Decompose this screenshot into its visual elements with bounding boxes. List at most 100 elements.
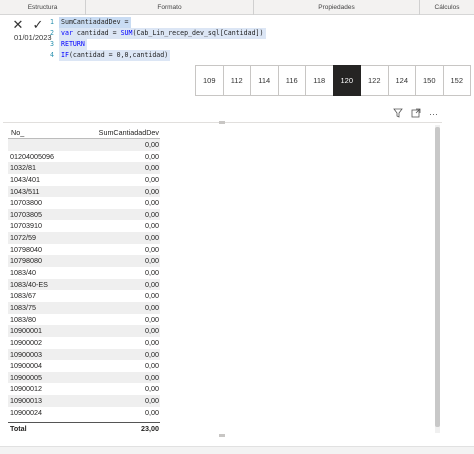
table-row[interactable]: 0,00 (8, 139, 160, 151)
horizontal-scrollbar[interactable] (0, 446, 474, 454)
table-row[interactable]: 1083/40 0,00 (8, 267, 160, 279)
cell-sum: 0,00 (145, 279, 159, 289)
column-header-no[interactable]: No_ (8, 127, 86, 138)
cell-sum: 0,00 (145, 198, 159, 208)
cell-sum: 0,00 (145, 151, 159, 161)
line-number: 2 (50, 29, 54, 37)
cell-sum: 0,00 (145, 174, 159, 184)
table-row[interactable]: 10900002 0,00 (8, 337, 160, 349)
table-row[interactable]: 1083/75 0,00 (8, 301, 160, 314)
tile-slicer: 109 112 114 116 118 120 122 124 150 152 (195, 65, 471, 96)
cell-no: 1083/75 (10, 302, 36, 312)
cell-no: 1083/40 (10, 268, 36, 278)
cell-no: 10900012 (10, 384, 42, 394)
slicer-item-109[interactable]: 109 (195, 65, 224, 96)
code-token: IF (61, 51, 69, 59)
ribbon-group-formato: Formato (86, 0, 254, 15)
slicer-item-124[interactable]: 124 (387, 65, 416, 96)
cell-no: 1083/80 (10, 314, 36, 324)
table-row[interactable]: 10900013 0,00 (8, 395, 160, 407)
line-text: IF(cantidad = 0,0,cantidad) (59, 50, 171, 61)
slicer-item-150[interactable]: 150 (415, 65, 444, 96)
resize-handle-bottom[interactable] (219, 434, 225, 437)
table-row[interactable]: 10900003 0,00 (8, 348, 160, 361)
close-icon[interactable]: ✕ (10, 18, 26, 32)
column-header-sum[interactable]: SumCantiadadDev (86, 127, 160, 138)
date-value: 01/01/2023 (14, 33, 52, 42)
more-options-icon[interactable]: ··· (429, 108, 438, 120)
table-row[interactable]: 1043/401 0,00 (8, 174, 160, 186)
table-total-row: Total 23,00 (8, 422, 160, 433)
code-token: cantidad = (72, 29, 121, 37)
cell-sum: 0,00 (145, 140, 159, 149)
table-header: No_ SumCantiadadDev (8, 127, 160, 139)
table-row[interactable]: 10798080 0,00 (8, 255, 160, 268)
check-icon[interactable]: ✓ (30, 18, 46, 32)
slicer-item-116[interactable]: 116 (277, 65, 306, 96)
table-row[interactable]: 1083/40-ES 0,00 (8, 278, 160, 291)
table-row[interactable]: 10900001 0,00 (8, 325, 160, 337)
dax-editor[interactable]: 1 SumCantiadadDev = 2 var cantidad = SUM(Ca… (50, 17, 266, 61)
cell-sum: 0,00 (145, 337, 159, 347)
cell-sum: 0,00 (145, 268, 159, 278)
table-row[interactable]: 10900004 0,00 (8, 360, 160, 372)
cell-no: 1043/401 (10, 174, 40, 184)
slicer-item-114[interactable]: 114 (250, 65, 279, 96)
total-value: 23,00 (141, 424, 159, 433)
line-number: 3 (50, 40, 54, 48)
cell-sum: 0,00 (145, 372, 159, 382)
cell-no: 01204005096 (10, 151, 54, 161)
code-line[interactable]: 3 RETURN (50, 39, 266, 50)
cell-no: 10900004 (10, 361, 42, 371)
table-row[interactable]: 01204005096 0,00 (8, 151, 160, 163)
table-row[interactable]: 10900012 0,00 (8, 383, 160, 395)
table-row[interactable]: 1083/80 0,00 (8, 314, 160, 326)
slicer-item-122[interactable]: 122 (360, 65, 389, 96)
cell-sum: 0,00 (145, 256, 159, 266)
filter-icon[interactable] (393, 108, 403, 121)
resize-handle-top[interactable] (219, 121, 225, 124)
cell-no: 1072/59 (10, 233, 36, 243)
slicer-item-118[interactable]: 118 (305, 65, 334, 96)
data-table: No_ SumCantiadadDev 0,00 01204005096 0,00 1… (8, 127, 160, 418)
cell-sum: 0,00 (145, 186, 159, 196)
cell-no: 10798080 (10, 256, 42, 266)
visual-header: ··· (393, 107, 438, 121)
cell-no (8, 139, 86, 151)
slicer-item-152[interactable]: 152 (442, 65, 471, 96)
cell-sum: 0,00 (145, 314, 159, 324)
table-row[interactable]: 10703805 0,00 (8, 208, 160, 221)
table-row[interactable]: 1032/81 0,00 (8, 162, 160, 174)
cell-no: 10798040 (10, 244, 42, 254)
formula-bar: ✕ ✓ 01/01/2023 1 SumCantiadadDev = 2 var ca… (0, 15, 474, 63)
table-row[interactable]: 10900024 0,00 (8, 407, 160, 419)
slicer-item-120[interactable]: 120 (332, 65, 361, 96)
table-row[interactable]: 1083/67 0,00 (8, 290, 160, 302)
table-row[interactable]: 1043/511 0,00 (8, 185, 160, 198)
code-token: RETURN (61, 40, 85, 48)
cell-no: 10703805 (10, 209, 42, 219)
scrollbar-thumb[interactable] (435, 127, 440, 427)
cell-no: 10900001 (10, 326, 42, 336)
cell-sum: 0,00 (145, 233, 159, 243)
code-line[interactable]: 2 var cantidad = SUM(Cab_Lin_recep_dev_sq… (50, 28, 266, 39)
line-number: 1 (50, 18, 54, 26)
line-text: var cantidad = SUM(Cab_Lin_recep_dev_sql… (59, 28, 266, 39)
focus-mode-icon[interactable] (411, 108, 421, 121)
cell-sum: 0,00 (145, 349, 159, 359)
cell-sum: 0,00 (145, 396, 159, 406)
code-line[interactable]: 4 IF(cantidad = 0,0,cantidad) (50, 50, 266, 61)
cell-no: 1032/81 (10, 163, 36, 173)
table-row[interactable]: 10703800 0,00 (8, 197, 160, 209)
cell-no: 1043/511 (10, 186, 40, 196)
cell-no: 1083/67 (10, 291, 36, 301)
table-row[interactable]: 10900005 0,00 (8, 371, 160, 384)
slicer-item-112[interactable]: 112 (222, 65, 251, 96)
table-row[interactable]: 10798040 0,00 (8, 244, 160, 256)
table-row[interactable]: 10703910 0,00 (8, 220, 160, 232)
cell-no: 10900013 (10, 396, 42, 406)
table-row[interactable]: 1072/59 0,00 (8, 232, 160, 244)
vertical-scrollbar[interactable] (435, 125, 440, 433)
code-line[interactable]: 1 SumCantiadadDev = (50, 17, 266, 28)
cell-no: 10900024 (10, 407, 42, 417)
